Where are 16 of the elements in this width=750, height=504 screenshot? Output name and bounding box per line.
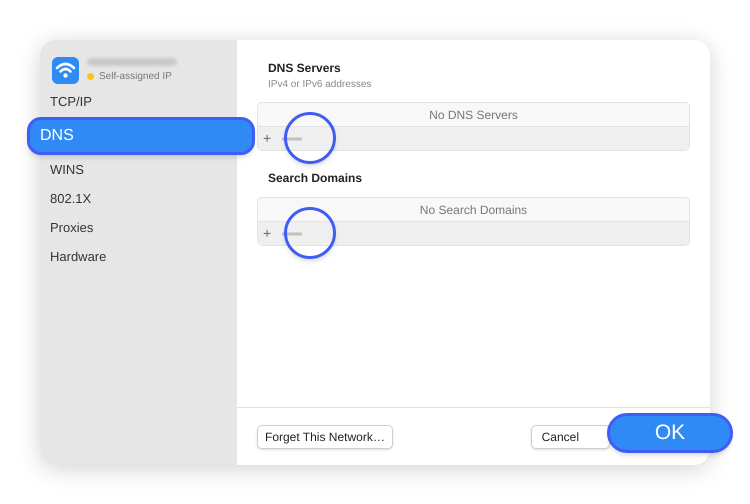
remove-button[interactable] [282, 136, 302, 140]
section-title: DNS Servers [267, 60, 342, 77]
sidebar-item[interactable]: Hardware [40, 243, 237, 271]
wifi-icon [52, 57, 79, 84]
add-button[interactable]: + [262, 223, 272, 244]
cancel-button[interactable]: Cancel [530, 424, 610, 448]
remove-button[interactable] [282, 232, 302, 236]
sidebar-item[interactable]: 802.1X [40, 185, 237, 213]
sidebar-item[interactable]: WINS [40, 156, 237, 184]
section-subtitle: IPv4 or IPv6 addresses [267, 78, 372, 92]
sidebar-item[interactable]: Proxies [40, 214, 237, 242]
sidebar-item[interactable]: TCP/IP [40, 88, 237, 116]
forget-network-button[interactable]: Forget This Network… [257, 424, 393, 448]
add-button[interactable]: + [262, 128, 272, 149]
section-title: Search Domains [267, 170, 364, 187]
status-text: Self-assigned IP [99, 70, 172, 84]
